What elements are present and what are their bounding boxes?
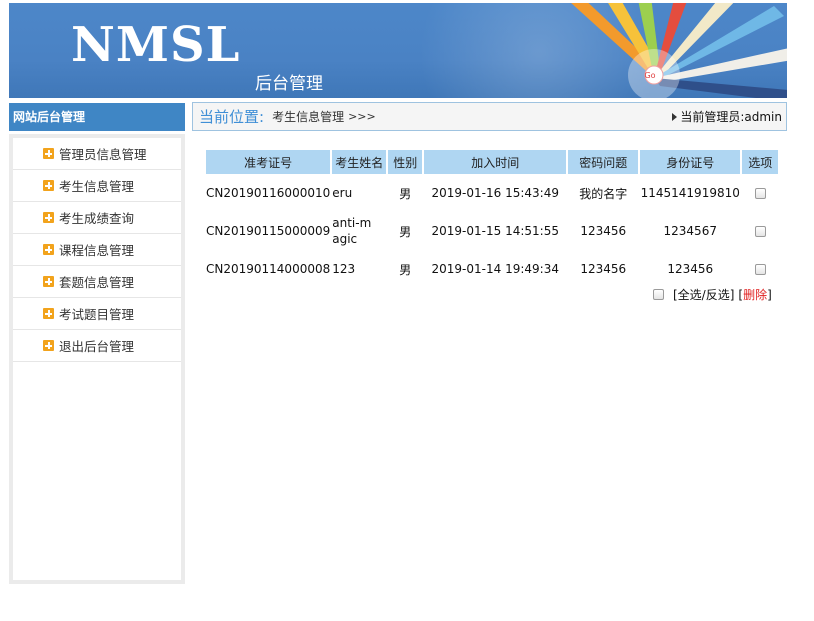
table-row: CN20190115000009 anti-magic 男 2019-01-15… (206, 212, 778, 250)
cell-option (742, 250, 778, 288)
sidebar-item-label: 套题信息管理 (59, 275, 135, 290)
cell-gender: 男 (399, 186, 412, 201)
header-banner: NMSL 后台管理 Go (9, 3, 787, 98)
plus-square-icon (43, 212, 54, 223)
plus-square-icon (43, 148, 54, 159)
row-checkbox[interactable] (754, 264, 766, 275)
sidebar-item-student-info[interactable]: 考生信息管理 (13, 170, 181, 202)
plus-square-icon (43, 308, 54, 319)
pencils-illustration (571, 3, 787, 98)
cell-id-card: 123456 (667, 262, 714, 276)
col-header-id-card: 身份证号 (640, 150, 741, 174)
site-subtitle: 后台管理 (255, 74, 323, 94)
go-badge: Go (644, 71, 656, 80)
admin-name: admin (744, 109, 782, 124)
triangle-right-icon (672, 112, 678, 121)
cell-id-card: 1145141919810 (640, 186, 740, 200)
plus-square-icon (43, 340, 54, 351)
location-bar: 当前位置: 考生信息管理 >>> 当前管理员: admin (192, 102, 787, 131)
sidebar-item-admin-info[interactable]: 管理员信息管理 (13, 138, 181, 170)
student-table: 准考证号 考生姓名 性别 加入时间 密码问题 身份证号 选项 CN2019011… (204, 150, 780, 288)
select-all-link[interactable]: [全选/反选] (673, 286, 734, 303)
sidebar-item-label: 考试题目管理 (59, 307, 135, 322)
location-label: 当前位置: (199, 108, 265, 126)
delete-link[interactable]: 删除 (743, 286, 767, 303)
sidebar-menu: 管理员信息管理 考生信息管理 考生成绩查询 课程信息管理 套题信息管理 考试题目… (13, 138, 181, 580)
cell-gender: 男 (399, 224, 412, 239)
sidebar-title: 网站后台管理 (9, 103, 185, 131)
cell-password-question: 123456 (580, 224, 627, 238)
plus-square-icon (43, 180, 54, 191)
cell-name: eru (332, 186, 353, 200)
sidebar-item-label: 考生信息管理 (59, 179, 135, 194)
cell-join-time: 2019-01-16 15:43:49 (431, 186, 559, 200)
table-header-row: 准考证号 考生姓名 性别 加入时间 密码问题 身份证号 选项 (206, 150, 779, 174)
row-checkbox[interactable] (754, 188, 766, 199)
sidebar-item-label: 课程信息管理 (59, 243, 135, 258)
cell-password-question: 我的名字 (579, 186, 628, 201)
col-header-password-question: 密码问题 (568, 150, 639, 174)
sidebar-item-label: 管理员信息管理 (59, 147, 147, 162)
cell-join-time: 2019-01-15 14:51:55 (431, 224, 559, 238)
plus-square-icon (43, 244, 54, 255)
col-header-join-time: 加入时间 (424, 150, 567, 174)
sidebar-item-course-info[interactable]: 课程信息管理 (13, 234, 181, 266)
table-actions: [全选/反选] [ 删除 ] (653, 286, 772, 303)
cell-name-text: anti-magic (332, 216, 372, 246)
row-checkbox[interactable] (754, 226, 766, 237)
site-logo: NMSL (71, 17, 241, 73)
cell-option (742, 212, 778, 250)
cell-id-card: 1234567 (663, 224, 717, 238)
select-all-checkbox[interactable] (653, 289, 664, 300)
current-admin: 当前管理员: admin (672, 108, 782, 125)
sidebar-item-logout[interactable]: 退出后台管理 (13, 330, 181, 362)
cell-name: 123 (332, 262, 356, 276)
cell-password-question: 123456 (580, 262, 627, 276)
cell-option (742, 174, 778, 212)
plus-square-icon (43, 276, 54, 287)
col-header-name: 考生姓名 (332, 150, 387, 174)
table-row: CN20190116000010 eru 男 2019-01-16 15:43:… (206, 174, 778, 212)
cell-exam-id: CN20190116000010 (206, 186, 331, 200)
delete-bracket-close: ] (767, 287, 772, 302)
col-header-exam-id: 准考证号 (206, 150, 331, 174)
sidebar-item-label: 考生成绩查询 (59, 211, 135, 226)
sidebar-item-score-query[interactable]: 考生成绩查询 (13, 202, 181, 234)
location-value: 考生信息管理 (272, 110, 345, 124)
sidebar: 管理员信息管理 考生信息管理 考生成绩查询 课程信息管理 套题信息管理 考试题目… (9, 134, 185, 584)
cell-exam-id: CN20190114000008 (206, 262, 331, 276)
cell-gender: 男 (399, 262, 412, 277)
location-separator: >>> (348, 110, 376, 123)
cell-exam-id: CN20190115000009 (206, 224, 331, 238)
sidebar-item-question-set[interactable]: 套题信息管理 (13, 266, 181, 298)
col-header-gender: 性别 (388, 150, 423, 174)
cell-join-time: 2019-01-14 19:49:34 (431, 262, 559, 276)
sidebar-item-exam-questions[interactable]: 考试题目管理 (13, 298, 181, 330)
admin-label: 当前管理员: (680, 110, 745, 124)
cell-name: anti-magic (332, 212, 386, 250)
col-header-option: 选项 (742, 150, 779, 174)
table-row: CN20190114000008 123 男 2019-01-14 19:49:… (206, 250, 778, 288)
sidebar-item-label: 退出后台管理 (59, 339, 135, 354)
